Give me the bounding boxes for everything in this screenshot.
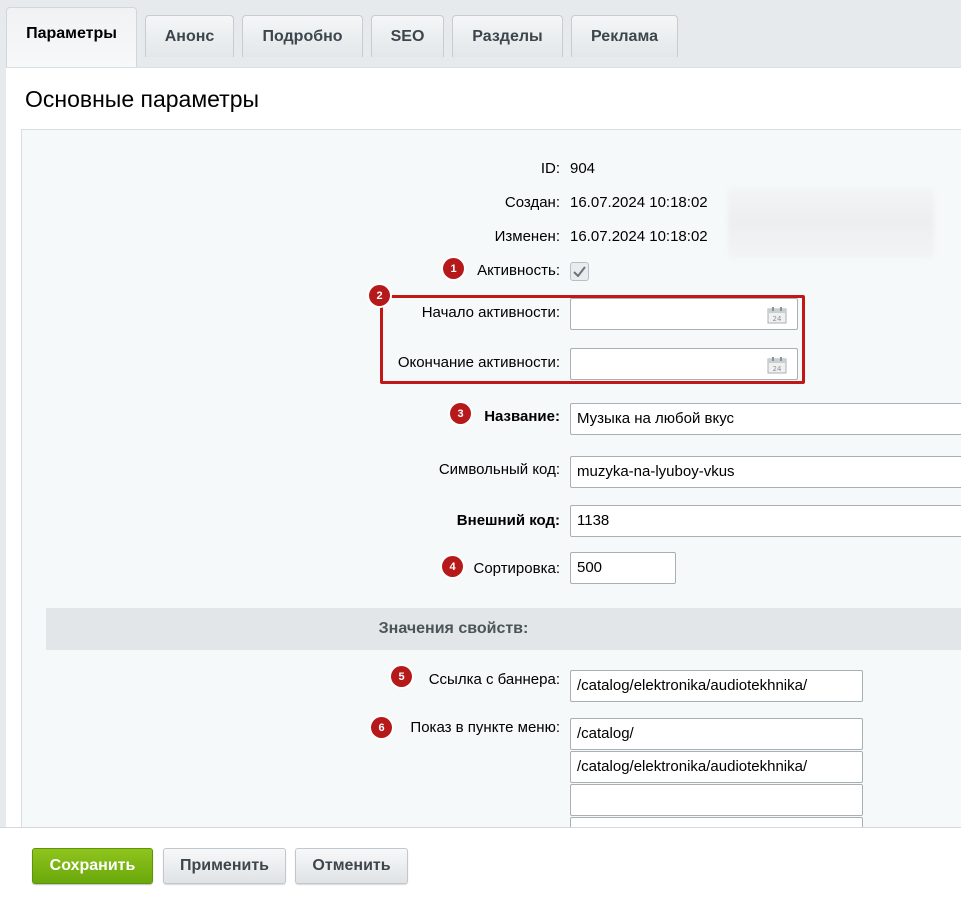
code-input[interactable]: muzyka-na-lyuboy-vkus xyxy=(570,456,961,488)
active-from-input[interactable]: 24 xyxy=(570,298,798,330)
badge-5: 5 xyxy=(391,666,412,687)
banner-link-label: Ссылка с баннера: xyxy=(428,671,560,688)
save-button[interactable]: Сохранить xyxy=(32,848,153,884)
properties-header: Значения свойств: xyxy=(46,608,961,650)
action-bar: Сохранить Применить Отменить xyxy=(0,827,961,899)
badge-3: 3 xyxy=(450,403,471,424)
blurred-user-info xyxy=(728,188,934,258)
section-title: Основные параметры xyxy=(25,86,260,112)
modified-label: Изменен: xyxy=(494,228,560,245)
tab-sections[interactable]: Разделы xyxy=(452,15,563,57)
menu-label: Показ в пункте меню: xyxy=(410,719,560,736)
active-to-label: Окончание активности: xyxy=(397,354,560,371)
apply-button[interactable]: Применить xyxy=(163,848,286,884)
created-label: Создан: xyxy=(504,194,560,211)
modified-value: 16.07.2024 10:18:02 xyxy=(570,228,708,245)
menu-input-1[interactable]: /catalog/ xyxy=(570,718,863,750)
checkmark-icon xyxy=(573,266,586,277)
tab-details[interactable]: Подробно xyxy=(242,15,363,57)
menu-input-2[interactable]: /catalog/elektronika/audiotekhnika/ xyxy=(570,751,863,783)
id-value: 904 xyxy=(570,160,596,177)
cancel-button[interactable]: Отменить xyxy=(295,848,408,884)
active-label: Активность: xyxy=(477,262,560,279)
banner-link-input[interactable]: /catalog/elektronika/audiotekhnika/ xyxy=(570,670,863,702)
created-value: 16.07.2024 10:18:02 xyxy=(570,194,708,211)
sort-label: Сортировка: xyxy=(473,560,561,577)
xml-id-input[interactable]: 1138 xyxy=(570,505,961,537)
tab-announce[interactable]: Анонс xyxy=(145,15,234,57)
active-to-input[interactable]: 24 xyxy=(570,348,798,380)
id-label: ID: xyxy=(540,160,560,177)
tab-seo[interactable]: SEO xyxy=(371,15,444,57)
xml-id-label: Внешний код: xyxy=(456,512,560,529)
badge-1: 1 xyxy=(443,258,464,279)
code-label: Символьный код: xyxy=(438,461,560,478)
svg-text:24: 24 xyxy=(773,315,782,323)
tab-advertising[interactable]: Реклама xyxy=(571,15,678,57)
badge-4: 4 xyxy=(442,556,463,577)
sort-input[interactable]: 500 xyxy=(570,552,676,584)
active-checkbox[interactable] xyxy=(570,262,589,281)
calendar-icon[interactable]: 24 xyxy=(767,306,787,324)
tab-panel: Основные параметры xyxy=(6,67,961,829)
name-input[interactable]: Музыка на любой вкус xyxy=(570,403,961,435)
tab-parameters[interactable]: Параметры xyxy=(6,7,137,67)
tab-bar: Параметры Анонс Подробно SEO Разделы Рек… xyxy=(0,0,961,67)
svg-text:24: 24 xyxy=(773,365,782,373)
menu-input-3[interactable] xyxy=(570,784,863,816)
badge-6: 6 xyxy=(371,717,392,738)
active-from-label: Начало активности: xyxy=(421,304,560,321)
calendar-icon[interactable]: 24 xyxy=(767,356,787,374)
badge-2: 2 xyxy=(369,285,390,306)
name-label: Название: xyxy=(484,408,560,425)
